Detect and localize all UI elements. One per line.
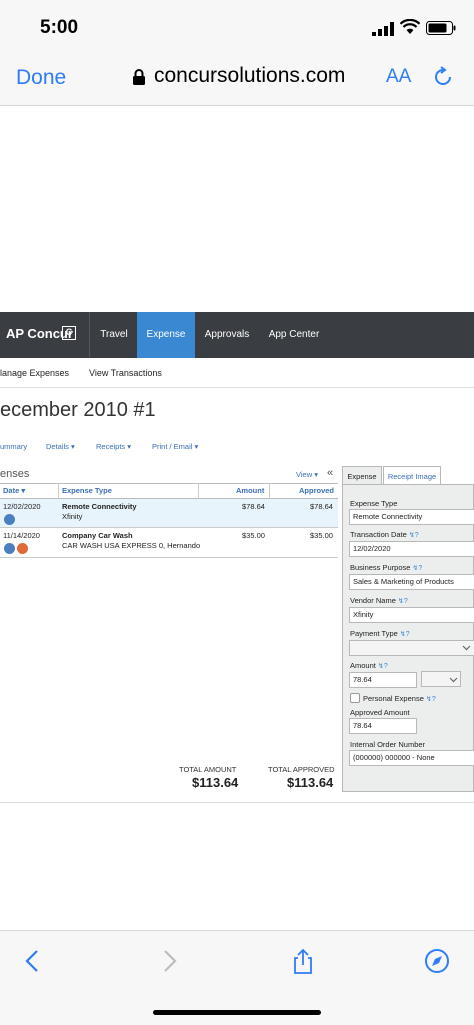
home-indicator [153,1010,321,1015]
nav-expense[interactable]: Expense [137,312,195,358]
sub-nav [0,358,474,388]
details-menu[interactable]: Details ▾ [46,442,75,451]
view-menu[interactable]: View ▾ [296,470,318,479]
brand-mark-icon: C [62,326,76,340]
col-approved[interactable]: Approved [299,486,334,495]
help-icon[interactable]: ↯? [413,565,423,572]
row-approved: $78.64 [310,502,333,511]
business-purpose-field[interactable]: Sales & Marketing of Products [349,574,474,590]
col-divider [58,483,59,499]
share-icon[interactable] [290,948,316,974]
chevron-down-icon[interactable] [449,675,458,684]
expenses-heading: enses [0,468,30,480]
nav-app-center[interactable]: App Center [261,312,327,358]
row-amount: $35.00 [242,531,265,540]
nav-divider [89,312,90,358]
row-amount: $78.64 [242,502,265,511]
done-button[interactable]: Done [16,66,66,90]
vendor-name-label: Vendor Name ↯? [350,596,408,605]
url-text[interactable]: concursolutions.com [154,64,345,88]
cellular-signal-icon [372,22,394,36]
help-icon[interactable]: ↯? [409,532,419,539]
internal-order-field[interactable]: (000000) 000000 - None [349,750,474,766]
personal-expense-label: Personal Expense ↯? [363,694,436,703]
back-icon[interactable] [20,948,46,974]
row-vendor: Xfinity [62,512,83,521]
reload-icon[interactable] [432,66,454,88]
internal-order-label: Internal Order Number [350,740,426,749]
amount-label: Amount ↯? [350,661,388,670]
payment-type-label: Payment Type ↯? [350,629,410,638]
col-date[interactable]: Date ▾ [3,486,25,495]
total-approved-label: TOTAL APPROVED [268,765,335,774]
col-divider [269,483,270,499]
total-approved-value: $113.64 [287,775,334,790]
status-bar: 5:00 [0,0,474,56]
expense-type-label: Expense Type [350,499,398,508]
text-size-button[interactable]: AA [386,66,411,88]
row-date: 12/02/2020 [3,502,41,511]
card-transaction-icon [4,543,15,554]
transaction-date-field[interactable]: 12/02/2020 [349,541,474,557]
lock-icon [133,69,145,85]
battery-icon [426,21,456,35]
personal-expense-checkbox[interactable] [350,693,360,703]
table-row[interactable] [0,499,338,528]
total-amount-value: $113.64 [192,775,239,790]
col-amount[interactable]: Amount [236,486,264,495]
subnav-manage-expenses[interactable]: lanage Expenses [0,368,69,378]
forward-icon[interactable] [156,948,182,974]
card-transaction-icon [4,514,15,525]
status-time: 5:00 [40,17,79,38]
row-expense-type[interactable]: Remote Connectivity [62,502,137,511]
nav-approvals[interactable]: Approvals [197,312,257,358]
help-icon[interactable]: ↯? [378,663,388,670]
subnav-view-transactions[interactable]: View Transactions [89,368,162,378]
missing-receipt-icon [17,543,28,554]
collapse-panel-button[interactable]: « [327,467,333,479]
summary-link[interactable]: ummary [0,442,27,451]
page-bottom-divider [0,802,474,803]
row-expense-type[interactable]: Company Car Wash [62,531,133,540]
help-icon[interactable]: ↯? [426,696,436,703]
print-email-menu[interactable]: Print / Email ▾ [152,442,198,451]
payment-type-select[interactable] [349,640,474,656]
help-icon[interactable]: ↯? [398,598,408,605]
col-divider [198,483,199,499]
compass-icon[interactable] [424,948,450,974]
amount-field[interactable]: 78.64 [349,672,417,688]
report-title: ecember 2010 #1 [0,399,156,421]
expense-type-field[interactable]: Remote Connectivity [349,509,474,525]
row-vendor: CAR WASH USA EXPRESS 0, Hernando [62,541,201,550]
col-expense-type[interactable]: Expense Type [62,486,112,495]
receipts-menu[interactable]: Receipts ▾ [96,442,131,451]
total-amount-label: TOTAL AMOUNT [179,765,237,774]
transaction-date-label: Transaction Date ↯? [350,530,419,539]
vendor-name-field[interactable]: Xfinity [349,607,474,623]
tab-receipt-image[interactable]: Receipt Image [383,466,441,485]
grid-header [0,483,338,499]
chevron-down-icon[interactable] [462,643,471,652]
help-icon[interactable]: ↯? [400,631,410,638]
row-approved: $35.00 [310,531,333,540]
tab-expense[interactable]: Expense [342,466,382,485]
row-date: 11/14/2020 [3,531,40,540]
wifi-icon [400,19,420,34]
nav-travel[interactable]: Travel [92,312,136,358]
approved-amount-field[interactable]: 78.64 [349,718,417,734]
approved-amount-label: Approved Amount [350,708,410,717]
business-purpose-label: Business Purpose ↯? [350,563,423,572]
